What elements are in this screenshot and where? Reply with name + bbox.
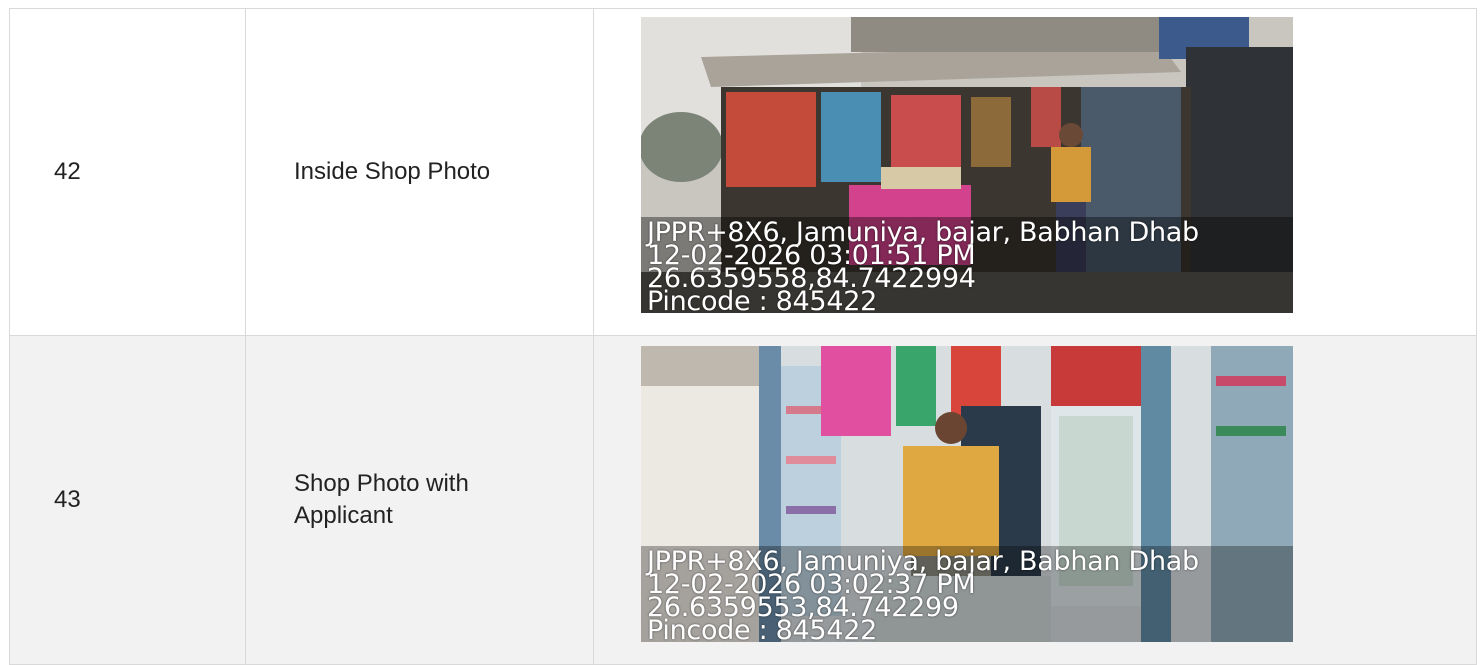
photo-cell: JPPR+8X6, Jamuniya, bajar, Babhan Dhab 1… [593,8,1477,336]
row-label: Shop Photo with Applicant [245,335,594,665]
geo-stamp: JPPR+8X6, Jamuniya, bajar, Babhan Dhab 1… [647,548,1199,642]
table-row: 43 Shop Photo with Applicant JPPR+8X6, J… [9,335,1477,665]
shop-with-applicant-photo[interactable]: JPPR+8X6, Jamuniya, bajar, Babhan Dhab 1… [641,346,1293,642]
row-number: 42 [9,8,246,336]
geo-stamp: JPPR+8X6, Jamuniya, bajar, Babhan Dhab 1… [647,219,1199,313]
inside-shop-photo[interactable]: JPPR+8X6, Jamuniya, bajar, Babhan Dhab 1… [641,17,1293,313]
row-label: Inside Shop Photo [245,8,594,336]
photo-cell: JPPR+8X6, Jamuniya, bajar, Babhan Dhab 1… [593,335,1477,665]
row-number: 43 [9,335,246,665]
photo-table: 42 Inside Shop Photo JPPR+8X6, Jamuniya,… [9,8,1477,665]
table-row: 42 Inside Shop Photo JPPR+8X6, Jamuniya,… [9,8,1477,336]
